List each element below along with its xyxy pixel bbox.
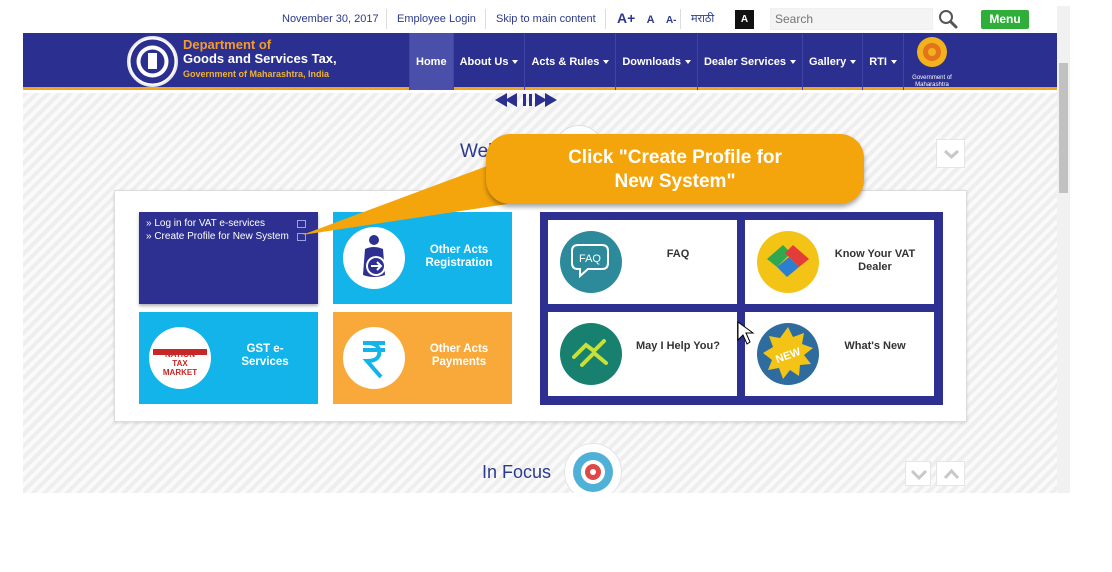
cursor-icon — [737, 321, 755, 345]
faq-label: FAQ — [666, 248, 690, 260]
in-focus-next-button[interactable] — [905, 461, 931, 486]
may-i-help-you-label: May I Help You? — [636, 340, 720, 352]
callout-line1: Click "Create Profile for — [568, 147, 782, 168]
nav-item-downloads[interactable]: Downloads — [615, 33, 697, 90]
gst-logo-text2: TAX — [172, 359, 188, 368]
may-i-help-you-tile[interactable]: May I Help You? — [548, 312, 737, 396]
contrast-button[interactable]: A — [735, 10, 754, 29]
gov-logo-label-line2: Maharashtra — [915, 82, 949, 88]
department-name-line2: Goods and Services Tax, — [183, 51, 337, 66]
divider — [485, 9, 486, 29]
whats-new-label: What's New — [844, 340, 906, 352]
chevron-down-icon — [684, 59, 691, 64]
top-utility-bar: November 30, 2017 Employee Login Skip to… — [23, 6, 1057, 33]
collapse-section-button[interactable] — [936, 139, 965, 168]
vat-eservices-tile: » Log in for VAT e-services » Create Pro… — [139, 212, 318, 304]
external-link-icon — [297, 220, 306, 228]
divider — [680, 9, 681, 29]
department-name-line1: Department of — [183, 37, 272, 52]
gst-logo-text3: MARKET — [163, 368, 197, 377]
department-emblem-logo[interactable] — [127, 36, 178, 87]
other-acts-registration-label: Other Acts Registration — [425, 244, 493, 269]
search-input[interactable] — [770, 8, 933, 30]
rupee-icon — [343, 327, 405, 389]
chevron-up-icon — [943, 468, 960, 480]
nav-item-label: Gallery — [808, 55, 847, 68]
services-panel: » Log in for VAT e-services » Create Pro… — [114, 190, 967, 422]
nav-item-label: Acts & Rules — [531, 55, 600, 68]
government-of-maharashtra-logo[interactable]: Government of Maharashtra — [908, 35, 956, 88]
chevron-down-icon — [943, 149, 960, 160]
nav-item-label: RTI — [869, 55, 887, 68]
font-decrease-button[interactable]: A- — [666, 15, 677, 26]
chevron-down-icon — [890, 59, 897, 64]
know-your-vat-dealer-tile[interactable]: Know Your VAT Dealer — [745, 220, 934, 304]
language-toggle[interactable]: मराठी — [691, 11, 714, 26]
employee-login-link[interactable]: Employee Login — [397, 13, 476, 25]
chevron-down-icon — [603, 59, 610, 64]
department-name-line3: Government of Maharashtra, India — [183, 69, 330, 79]
nav-item-label: Dealer Services — [703, 55, 786, 68]
gst-eservices-label: GST e-Services — [241, 343, 289, 368]
nav-item-label: About Us — [459, 55, 509, 68]
nation-tax-market-logo: NATION TAX MARKET — [149, 327, 211, 389]
font-increase-button[interactable]: A+ — [617, 10, 635, 26]
registration-icon — [343, 227, 405, 289]
site-header: Department of Goods and Services Tax, Go… — [23, 33, 1057, 90]
maharashtra-seal-icon — [917, 37, 947, 67]
faq-bubble-text: FAQ — [579, 253, 601, 265]
nav-item-label: Downloads — [622, 55, 681, 68]
slider-controls[interactable] — [495, 93, 557, 112]
chevron-down-icon — [850, 59, 857, 64]
current-date: November 30, 2017 — [282, 13, 379, 25]
external-link-icon — [297, 233, 306, 241]
search-button[interactable] — [935, 8, 961, 30]
font-normal-button[interactable]: A — [647, 14, 655, 26]
whats-new-tile[interactable]: NEW What's New — [745, 312, 934, 396]
handshake-puzzle-icon — [757, 231, 819, 293]
divider — [605, 9, 606, 29]
help-links-grid: FAQ FAQ Know Your VAT Dealer May I Help … — [540, 212, 943, 405]
login-vat-eservices-link[interactable]: » Log in for VAT e-services — [146, 218, 265, 229]
other-acts-registration-tile[interactable]: Other Acts Registration — [333, 212, 512, 304]
chevron-down-icon — [910, 469, 928, 481]
font-size-controls: A+ A A- — [617, 10, 685, 26]
chevron-down-icon — [512, 59, 519, 64]
nav-item-home[interactable]: Home — [409, 33, 453, 90]
slider-prev-pause-next-icon — [495, 93, 557, 107]
faq-tile[interactable]: FAQ FAQ — [548, 220, 737, 304]
gov-logo-label-line1: Government of — [912, 75, 952, 81]
in-focus-prev-button[interactable] — [936, 461, 965, 486]
other-acts-payments-label: Other Acts Payments — [429, 343, 489, 368]
emblem-seal-icon — [130, 39, 175, 84]
divider — [386, 9, 387, 29]
gst-logo-text1: NATION — [165, 350, 195, 359]
menu-button[interactable]: Menu — [981, 10, 1029, 29]
skip-to-main-link[interactable]: Skip to main content — [496, 13, 596, 25]
nav-item-dealer-services[interactable]: Dealer Services — [696, 33, 802, 90]
scrollbar-thumb[interactable] — [1059, 63, 1068, 193]
tutorial-callout: Click "Create Profile for New System" — [486, 134, 864, 204]
nav-item-acts-rules[interactable]: Acts & Rules — [524, 33, 615, 90]
target-icon — [564, 443, 622, 493]
helping-hands-icon — [560, 323, 622, 385]
faq-icon: FAQ — [560, 231, 622, 293]
nav-item-gallery[interactable]: Gallery — [801, 33, 862, 90]
know-your-vat-dealer-label: Know Your VAT Dealer — [834, 248, 916, 273]
in-focus-heading: In Focus — [482, 462, 552, 482]
page-scrollbar[interactable] — [1057, 6, 1070, 493]
main-navigation: Home About Us Acts & Rules Downloads Dea… — [409, 33, 904, 90]
search-icon — [939, 10, 958, 29]
browser-viewport: November 30, 2017 Employee Login Skip to… — [23, 6, 1057, 493]
gst-eservices-tile[interactable]: NATION TAX MARKET GST e-Services — [139, 312, 318, 404]
chevron-down-icon — [789, 59, 796, 64]
other-acts-payments-tile[interactable]: Other Acts Payments — [333, 312, 512, 404]
nav-item-about-us[interactable]: About Us — [452, 33, 525, 90]
callout-line2: New System" — [614, 171, 736, 192]
nav-item-label: Home — [416, 55, 447, 68]
create-profile-new-system-link[interactable]: » Create Profile for New System — [146, 231, 289, 242]
new-badge-icon: NEW — [757, 323, 819, 385]
nav-item-rti[interactable]: RTI — [862, 33, 904, 90]
